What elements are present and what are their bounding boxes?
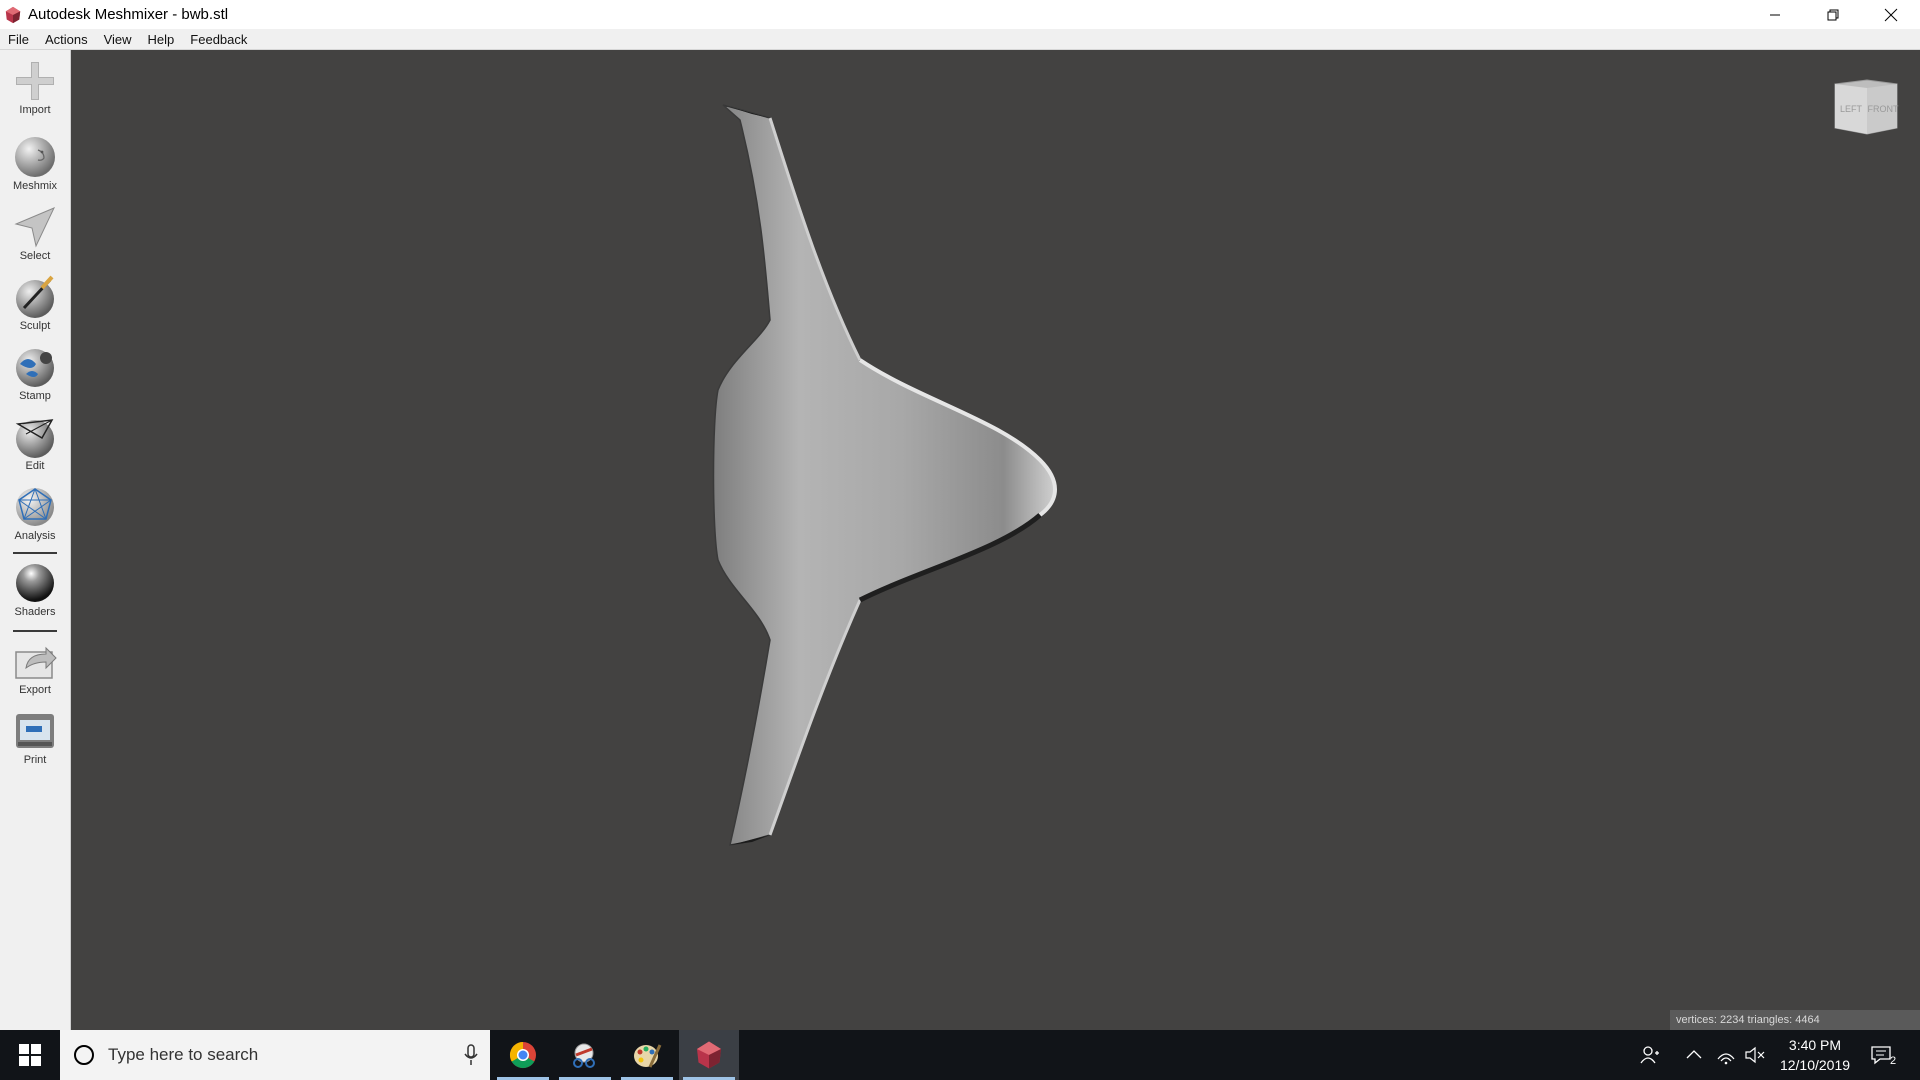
chrome-icon [509, 1041, 536, 1069]
restore-icon [1827, 9, 1839, 20]
menu-bar: File Actions View Help Feedback [0, 29, 1920, 50]
cortana-icon [74, 1045, 94, 1065]
microphone-icon[interactable] [464, 1044, 478, 1066]
taskbar-paint[interactable] [617, 1030, 677, 1080]
analysis-icon [16, 488, 54, 526]
sculpt-tool[interactable]: Sculpt [0, 274, 70, 332]
toolbar-divider [13, 630, 57, 632]
snipping-tool-icon [573, 1043, 595, 1068]
edit-icon [15, 419, 54, 458]
taskbar-chrome[interactable] [493, 1030, 553, 1080]
notification-count: 2 [1890, 1055, 1897, 1067]
menu-file[interactable]: File [0, 32, 37, 47]
import-label: Import [19, 104, 51, 116]
windows-logo-icon [19, 1044, 41, 1066]
edit-tool[interactable]: Edit [0, 414, 70, 472]
sculpt-brush-icon [16, 275, 54, 318]
minimize-button[interactable] [1746, 0, 1804, 29]
view-cube[interactable]: LEFT FRONT [1831, 78, 1901, 138]
blended-wing-body [712, 104, 1056, 846]
minimize-icon [1770, 14, 1780, 15]
view-cube-icon: LEFT FRONT [1834, 79, 1899, 135]
mesh-stats: vertices: 2234 triangles: 4464 [1670, 1010, 1920, 1030]
mesh-model [712, 104, 1057, 846]
plus-icon [16, 62, 54, 100]
menu-help[interactable]: Help [140, 32, 183, 47]
edit-label: Edit [25, 460, 45, 472]
toolbar-divider [13, 552, 57, 554]
notification-center-icon[interactable] [1870, 1044, 1892, 1066]
start-button[interactable] [0, 1030, 60, 1080]
taskbar-search[interactable]: Type here to search [60, 1030, 490, 1080]
stamp-tool[interactable]: Stamp [0, 344, 70, 402]
clock-time: 3:40 PM [1788, 1037, 1842, 1053]
select-label: Select [19, 250, 51, 262]
title-bar: Autodesk Meshmixer - bwb.stl [0, 0, 1920, 29]
clock-date: 12/10/2019 [1779, 1057, 1851, 1073]
close-button[interactable] [1862, 0, 1920, 29]
menu-actions[interactable]: Actions [37, 32, 96, 47]
restore-button[interactable] [1804, 0, 1862, 29]
volume-muted-icon[interactable] [1744, 1045, 1766, 1065]
export-tool[interactable]: Export [0, 638, 70, 696]
menu-view[interactable]: View [96, 32, 140, 47]
analysis-tool[interactable]: Analysis [0, 484, 70, 542]
export-icon [15, 646, 57, 679]
shaders-icon [16, 564, 54, 602]
paint-palette-icon [634, 1044, 662, 1068]
shaders-tool[interactable]: Shaders [0, 560, 70, 618]
stamp-label: Stamp [19, 390, 51, 402]
menu-feedback[interactable]: Feedback [182, 32, 255, 47]
system-clock[interactable]: 3:40 PM 12/10/2019 [1770, 1035, 1860, 1075]
print-label: Print [23, 754, 47, 766]
view-cube-front-label: FRONT [1868, 104, 1899, 114]
sculpt-label: Sculpt [19, 320, 51, 332]
close-icon [1884, 8, 1898, 21]
select-tool[interactable]: Select [0, 204, 70, 262]
window-title: Autodesk Meshmixer - bwb.stl [28, 6, 229, 23]
meshmix-icon [15, 137, 55, 177]
taskbar-meshmixer[interactable] [679, 1030, 739, 1080]
people-icon[interactable] [1640, 1045, 1660, 1065]
taskbar-snip-tool[interactable] [555, 1030, 615, 1080]
shaders-label: Shaders [14, 606, 56, 618]
3d-viewport[interactable]: LEFT FRONT [71, 50, 1920, 1030]
export-label: Export [19, 684, 51, 696]
network-icon[interactable] [1716, 1045, 1736, 1065]
chevron-up-icon[interactable] [1686, 1048, 1702, 1060]
import-tool[interactable]: Import [0, 58, 70, 116]
view-cube-left-label: LEFT [1840, 104, 1863, 114]
print-tool[interactable]: Print [0, 708, 70, 766]
print-icon [16, 714, 54, 748]
taskbar: Type here to search 3:40 PM 12/10/2019 2 [0, 1030, 1920, 1080]
analysis-label: Analysis [14, 530, 56, 542]
meshmixer-logo-icon [5, 6, 21, 23]
select-arrow-icon [14, 207, 56, 248]
left-toolbar: Import Meshmix Select Sculpt Stamp Edit … [0, 50, 71, 1030]
stamp-icon [16, 349, 54, 387]
meshmix-tool[interactable]: Meshmix [0, 134, 70, 192]
search-placeholder: Type here to search [108, 1045, 259, 1064]
meshmix-label: Meshmix [12, 180, 57, 192]
meshmixer-taskbar-icon [697, 1041, 721, 1069]
